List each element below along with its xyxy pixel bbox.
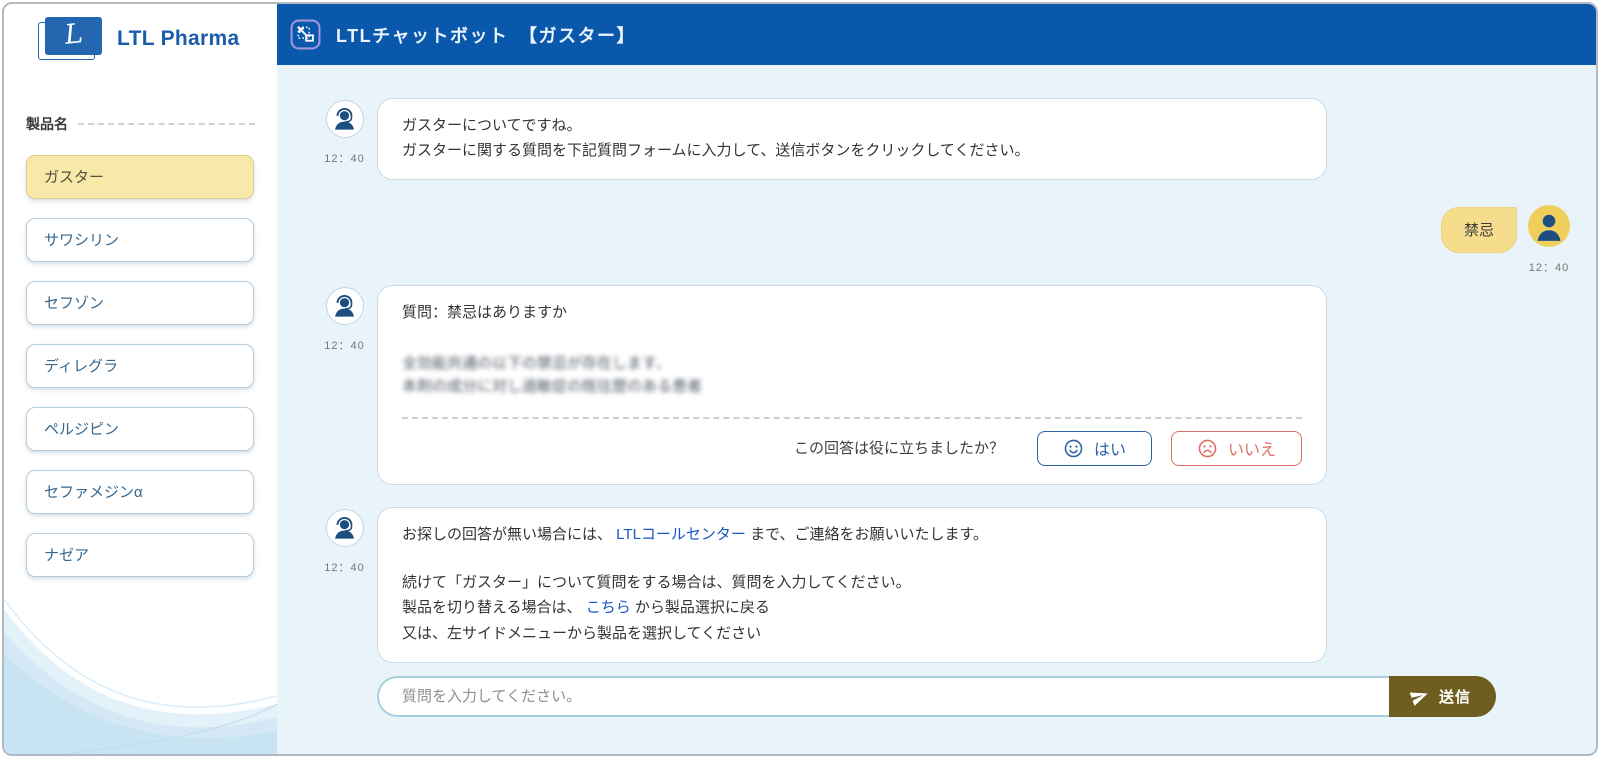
dashed-separator xyxy=(402,417,1302,420)
sidebar-item-cefzon[interactable]: セフゾン xyxy=(26,281,254,325)
brand-logo: L LTL Pharma xyxy=(4,4,277,61)
send-button[interactable]: 送信 xyxy=(1388,676,1496,717)
composer: 送信 xyxy=(377,676,1496,717)
bot-message-bubble: ガスターについてですね。 ガスターに関する質問を下記質問フォームに入力して、送信… xyxy=(377,98,1327,181)
dashed-divider xyxy=(78,123,255,125)
switch-product-line: 製品を切り替える場合は、 こちら から製品選択に戻る xyxy=(402,599,770,617)
decorative-waves xyxy=(4,598,277,754)
user-message: 禁忌 12：40 xyxy=(312,195,1570,275)
products-label: 製品名 xyxy=(26,116,68,132)
main-panel: LTLチャットボット 【ガスター】 12：40 ガスターについてですね。 ガスタ… xyxy=(277,4,1596,754)
timestamp: 12：40 xyxy=(324,153,365,165)
timestamp: 12：40 xyxy=(1528,262,1570,275)
timestamp: 12：40 xyxy=(324,562,365,575)
smile-icon xyxy=(1064,439,1083,457)
person-icon xyxy=(1537,215,1561,242)
sidebar-item-sawacillin[interactable]: サワシリン xyxy=(26,218,254,262)
bot-message-2: 12：40 質問：禁忌はありますか 全効能共通の以下の禁忌が存在します、 本剤の… xyxy=(312,285,1596,486)
timestamp: 12：40 xyxy=(324,340,365,353)
chat-area: 12：40 ガスターについてですね。 ガスターに関する質問を下記質問フォームに入… xyxy=(277,65,1596,676)
frown-icon xyxy=(1198,439,1217,457)
bot-message-1: 12：40 ガスターについてですね。 ガスターに関する質問を下記質問フォームに入… xyxy=(312,98,1596,181)
bot-operator-avatar xyxy=(325,100,364,138)
brand-name: LTL Pharma xyxy=(117,27,240,50)
bot-message-line: ガスターに関する質問を下記質問フォームに入力して、送信ボタンをクリックしてくださ… xyxy=(402,142,1030,160)
products-section-header: 製品名 xyxy=(26,114,255,134)
bot-operator-avatar xyxy=(325,509,364,548)
bot-message-line: ガスターについてですね。 xyxy=(402,117,582,134)
product-select-link[interactable]: こちら xyxy=(586,599,631,616)
bot-operator-avatar xyxy=(325,287,364,326)
expand-window-icon[interactable] xyxy=(290,19,321,50)
operator-headset-icon xyxy=(335,294,354,317)
feedback-question: この回答は役に立ちましたか？ xyxy=(793,439,1004,457)
feedback-yes-button[interactable]: はい xyxy=(1036,431,1152,467)
bot-answer-bubble: 質問：禁忌はありますか 全効能共通の以下の禁忌が存在します、 本剤の成分に対し過… xyxy=(377,285,1327,486)
page-title: LTLチャットボット 【ガスター】 xyxy=(336,25,636,46)
app-window: L LTL Pharma 製品名 ガスター サワシリン セフゾン ディレグラ ペ… xyxy=(2,2,1598,756)
paper-plane-icon xyxy=(1409,692,1428,706)
chat-header: LTLチャットボット 【ガスター】 xyxy=(277,4,1596,65)
operator-headset-icon xyxy=(335,516,354,539)
sidebar-item-nasea[interactable]: ナゼア xyxy=(26,533,254,577)
call-center-link[interactable]: LTLコールセンター xyxy=(616,526,746,543)
user-message-bubble: 禁忌 xyxy=(1440,207,1517,254)
sidebar-item-gaster[interactable]: ガスター xyxy=(26,155,254,199)
ltl-logo-icon: L xyxy=(38,17,104,61)
bot-message-3: 12：40 お探しの回答が無い場合には、 LTLコールセンター まで、ご連絡をお… xyxy=(312,507,1596,663)
callcenter-line: お探しの回答が無い場合には、 LTLコールセンター まで、ご連絡をお願いいたしま… xyxy=(402,526,988,544)
sidebar: L LTL Pharma 製品名 ガスター サワシリン セフゾン ディレグラ ペ… xyxy=(4,4,277,754)
feedback-no-button[interactable]: いいえ xyxy=(1170,431,1302,467)
continue-line: 続けて「ガスター」について質問をする場合は、質問を入力してください。 xyxy=(402,574,911,592)
sidemenu-line: 又は、左サイドメニューから製品を選択してください xyxy=(402,624,762,642)
sidebar-item-dellegra[interactable]: ディレグラ xyxy=(26,344,254,388)
sidebar-item-perdipine[interactable]: ペルジピン xyxy=(26,407,254,451)
feedback-row: この回答は役に立ちましたか？ はい いいえ xyxy=(402,428,1302,468)
question-input[interactable] xyxy=(377,676,1389,717)
user-avatar xyxy=(1528,205,1570,248)
redacted-answer-text: 全効能共通の以下の禁忌が存在します、 本剤の成分に対し過敏症の既往歴のある患者 xyxy=(402,354,703,395)
sidebar-item-cefamezin-alpha[interactable]: セファメジンα xyxy=(26,470,254,514)
bot-followup-bubble: お探しの回答が無い場合には、 LTLコールセンター まで、ご連絡をお願いいたしま… xyxy=(377,507,1327,663)
answer-question-title: 質問：禁忌はありますか xyxy=(402,304,568,322)
operator-headset-icon xyxy=(335,107,354,130)
